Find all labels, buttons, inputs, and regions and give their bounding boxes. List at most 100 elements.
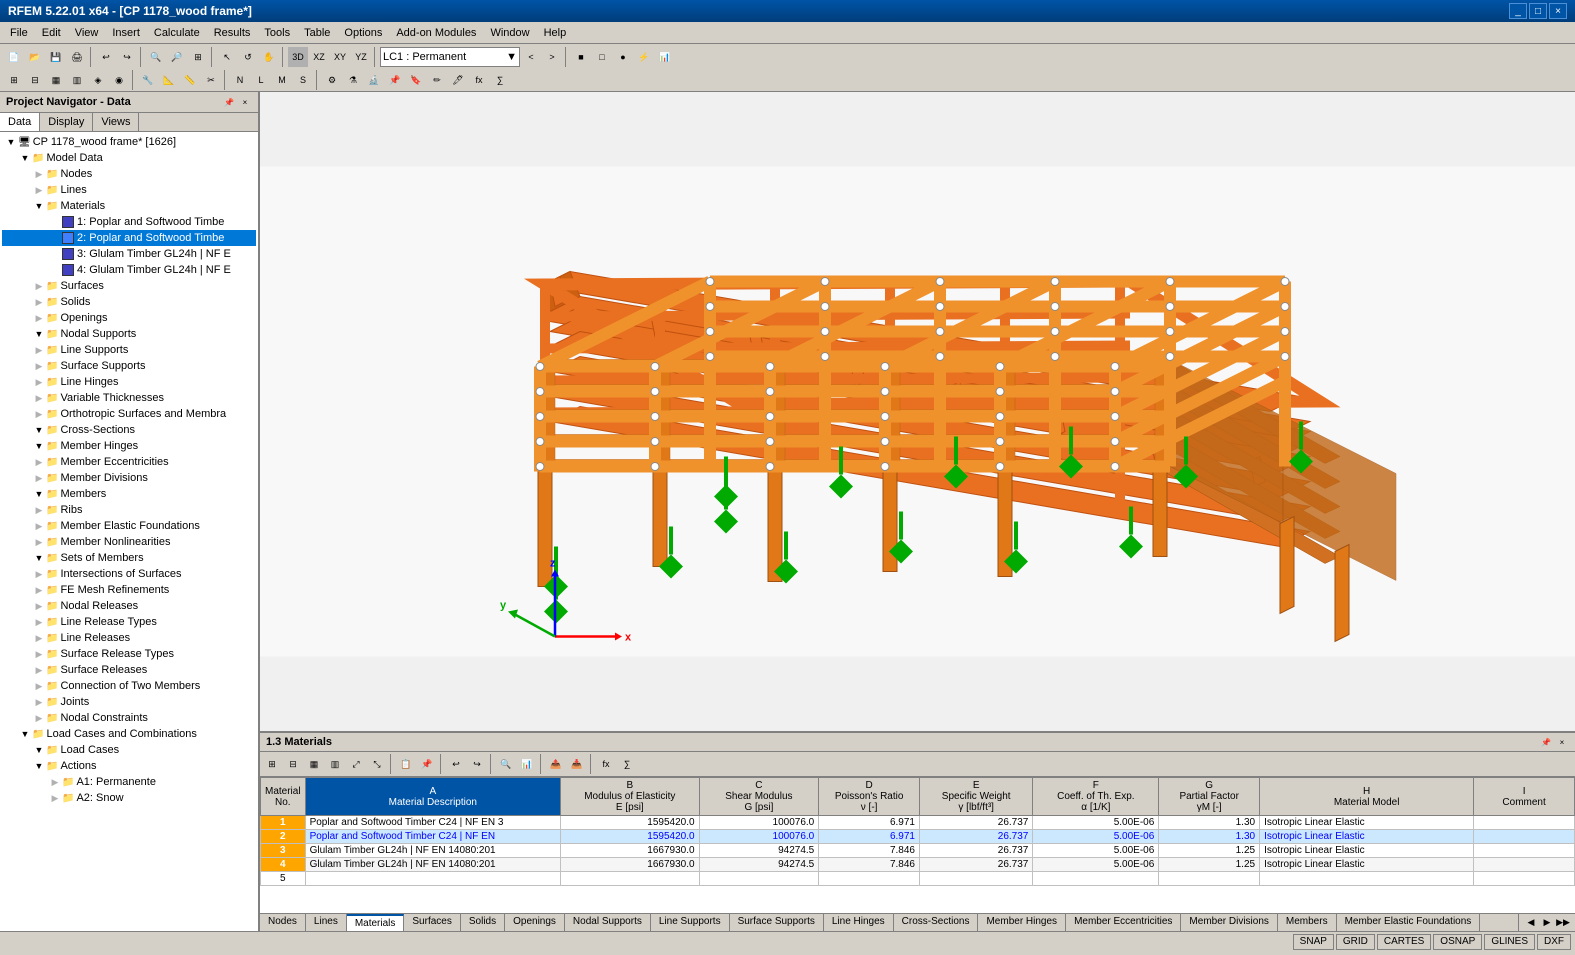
tb-view-xy[interactable]: XY: [330, 47, 350, 67]
expand-lc[interactable]: ▼: [32, 743, 46, 757]
tb-print[interactable]: 🖨: [67, 47, 87, 67]
tree-cross-sections[interactable]: ▼ 📁 Cross-Sections: [2, 422, 256, 438]
status-glines[interactable]: GLINES: [1484, 934, 1535, 950]
status-grid[interactable]: GRID: [1336, 934, 1375, 950]
tb-zoom-all[interactable]: ⊞: [188, 47, 208, 67]
tb2-16[interactable]: ⚗: [343, 70, 363, 90]
tabs-end[interactable]: ▶▶: [1555, 915, 1571, 931]
expand-surf-sup[interactable]: ▶: [32, 359, 46, 373]
tab-solids[interactable]: Solids: [461, 914, 505, 931]
tab-nodal-supports[interactable]: Nodal Supports: [565, 914, 651, 931]
tb2-23[interactable]: ∑: [490, 70, 510, 90]
tree-line-hinges[interactable]: ▶ 📁 Line Hinges: [2, 374, 256, 390]
tree-action-a1[interactable]: ▶ 📁 A1: Permanente: [2, 774, 256, 790]
tab-member-eccent[interactable]: Member Eccentricities: [1066, 914, 1181, 931]
tree-mem-elastic[interactable]: ▶ 📁 Member Elastic Foundations: [2, 518, 256, 534]
expand-cs[interactable]: ▼: [32, 423, 46, 437]
tb2-19[interactable]: 🔖: [406, 70, 426, 90]
tree-openings[interactable]: ▶ 📁 Openings: [2, 310, 256, 326]
tree-joints[interactable]: ▶ 📁 Joints: [2, 694, 256, 710]
tb2-7[interactable]: 🔧: [138, 70, 158, 90]
tb-zoom-in[interactable]: 🔍: [146, 47, 166, 67]
tb-undo[interactable]: ↩: [96, 47, 116, 67]
tb-calc[interactable]: ⚡: [634, 47, 654, 67]
menu-edit[interactable]: Edit: [36, 23, 67, 43]
nav-close[interactable]: ×: [238, 95, 252, 109]
tree-nodal-releases[interactable]: ▶ 📁 Nodal Releases: [2, 598, 256, 614]
expand-ios[interactable]: ▶: [32, 567, 46, 581]
tb2-4[interactable]: ▥: [67, 70, 87, 90]
maximize-button[interactable]: □: [1529, 3, 1547, 19]
tab-nodes[interactable]: Nodes: [260, 914, 306, 931]
minimize-button[interactable]: _: [1509, 3, 1527, 19]
tree-load-cases[interactable]: ▼ 📁 Load Cases: [2, 742, 256, 758]
tb-pan[interactable]: ✋: [259, 47, 279, 67]
tab-members[interactable]: Members: [1278, 914, 1337, 931]
tb2-3[interactable]: ▦: [46, 70, 66, 90]
tree-mat-3[interactable]: ▶ 3: Glulam Timber GL24h | NF E: [2, 246, 256, 262]
tab-member-hinges[interactable]: Member Hinges: [978, 914, 1066, 931]
load-case-dropdown[interactable]: LC1 : Permanent ▼: [380, 47, 520, 67]
tb-wire[interactable]: □: [592, 47, 612, 67]
menu-calculate[interactable]: Calculate: [148, 23, 206, 43]
tree-line-release-types[interactable]: ▶ 📁 Line Release Types: [2, 614, 256, 630]
tree-solids[interactable]: ▶ 📁 Solids: [2, 294, 256, 310]
tree-ortho[interactable]: ▶ 📁 Orthotropic Surfaces and Membra: [2, 406, 256, 422]
tree-nodes[interactable]: ▶ 📁 Nodes: [2, 166, 256, 182]
expand-lhinge[interactable]: ▶: [32, 375, 46, 389]
tb-open[interactable]: 📂: [25, 47, 45, 67]
expand-mh[interactable]: ▼: [32, 439, 46, 453]
tab-line-supports[interactable]: Line Supports: [651, 914, 730, 931]
ptb-13[interactable]: 📤: [546, 754, 566, 774]
expand-vt[interactable]: ▶: [32, 391, 46, 405]
tb2-17[interactable]: 🔬: [364, 70, 384, 90]
expand-nodes[interactable]: ▶: [32, 167, 46, 181]
expand-fem[interactable]: ▶: [32, 583, 46, 597]
menu-addon[interactable]: Add-on Modules: [390, 23, 482, 43]
expand-lrt[interactable]: ▶: [32, 615, 46, 629]
expand-sr[interactable]: ▶: [32, 663, 46, 677]
tree-line-supports[interactable]: ▶ 📁 Line Supports: [2, 342, 256, 358]
expand-ribs[interactable]: ▶: [32, 503, 46, 517]
expand-solids[interactable]: ▶: [32, 295, 46, 309]
tb-save[interactable]: 💾: [46, 47, 66, 67]
menu-window[interactable]: Window: [484, 23, 535, 43]
tree-mat-4[interactable]: ▶ 4: Glulam Timber GL24h | NF E: [2, 262, 256, 278]
expand-ortho[interactable]: ▶: [32, 407, 46, 421]
ptb-11[interactable]: 🔍: [496, 754, 516, 774]
tb-select[interactable]: ↖: [217, 47, 237, 67]
tree-fe-mesh[interactable]: ▶ 📁 FE Mesh Refinements: [2, 582, 256, 598]
menu-options[interactable]: Options: [338, 23, 388, 43]
tree-member-hinges[interactable]: ▼ 📁 Member Hinges: [2, 438, 256, 454]
expand-joints[interactable]: ▶: [32, 695, 46, 709]
expand-nodal-sup[interactable]: ▼: [32, 327, 46, 341]
ptb-9[interactable]: ↩: [446, 754, 466, 774]
ptb-10[interactable]: ↪: [467, 754, 487, 774]
ptb-1[interactable]: ⊞: [262, 754, 282, 774]
tb-rotate[interactable]: ↺: [238, 47, 258, 67]
expand-nr[interactable]: ▶: [32, 599, 46, 613]
tabs-next[interactable]: ▶: [1539, 915, 1555, 931]
menu-file[interactable]: File: [4, 23, 34, 43]
expand-a1[interactable]: ▶: [48, 775, 62, 789]
tree-model-data[interactable]: ▼ 📁 Model Data: [2, 150, 256, 166]
tab-member-div[interactable]: Member Divisions: [1181, 914, 1277, 931]
tb2-18[interactable]: 📌: [385, 70, 405, 90]
status-snap[interactable]: SNAP: [1293, 934, 1334, 950]
tree-line-releases[interactable]: ▶ 📁 Line Releases: [2, 630, 256, 646]
tab-line-hinges[interactable]: Line Hinges: [824, 914, 894, 931]
expand-line-sup[interactable]: ▶: [32, 343, 46, 357]
tree-nodal-supports[interactable]: ▼ 📁 Nodal Supports: [2, 326, 256, 342]
ptb-2[interactable]: ⊟: [283, 754, 303, 774]
expand-som[interactable]: ▼: [32, 551, 46, 565]
tb2-5[interactable]: ◈: [88, 70, 108, 90]
expand-nc[interactable]: ▶: [32, 711, 46, 725]
tree-connection-two[interactable]: ▶ 📁 Connection of Two Members: [2, 678, 256, 694]
expand-mef[interactable]: ▶: [32, 519, 46, 533]
tab-surfaces[interactable]: Surfaces: [404, 914, 460, 931]
menu-results[interactable]: Results: [208, 23, 257, 43]
expand-surfaces[interactable]: ▶: [32, 279, 46, 293]
ptb-14[interactable]: 📥: [567, 754, 587, 774]
tb2-11[interactable]: N: [230, 70, 250, 90]
viewport-3d[interactable]: x z y: [260, 92, 1575, 731]
